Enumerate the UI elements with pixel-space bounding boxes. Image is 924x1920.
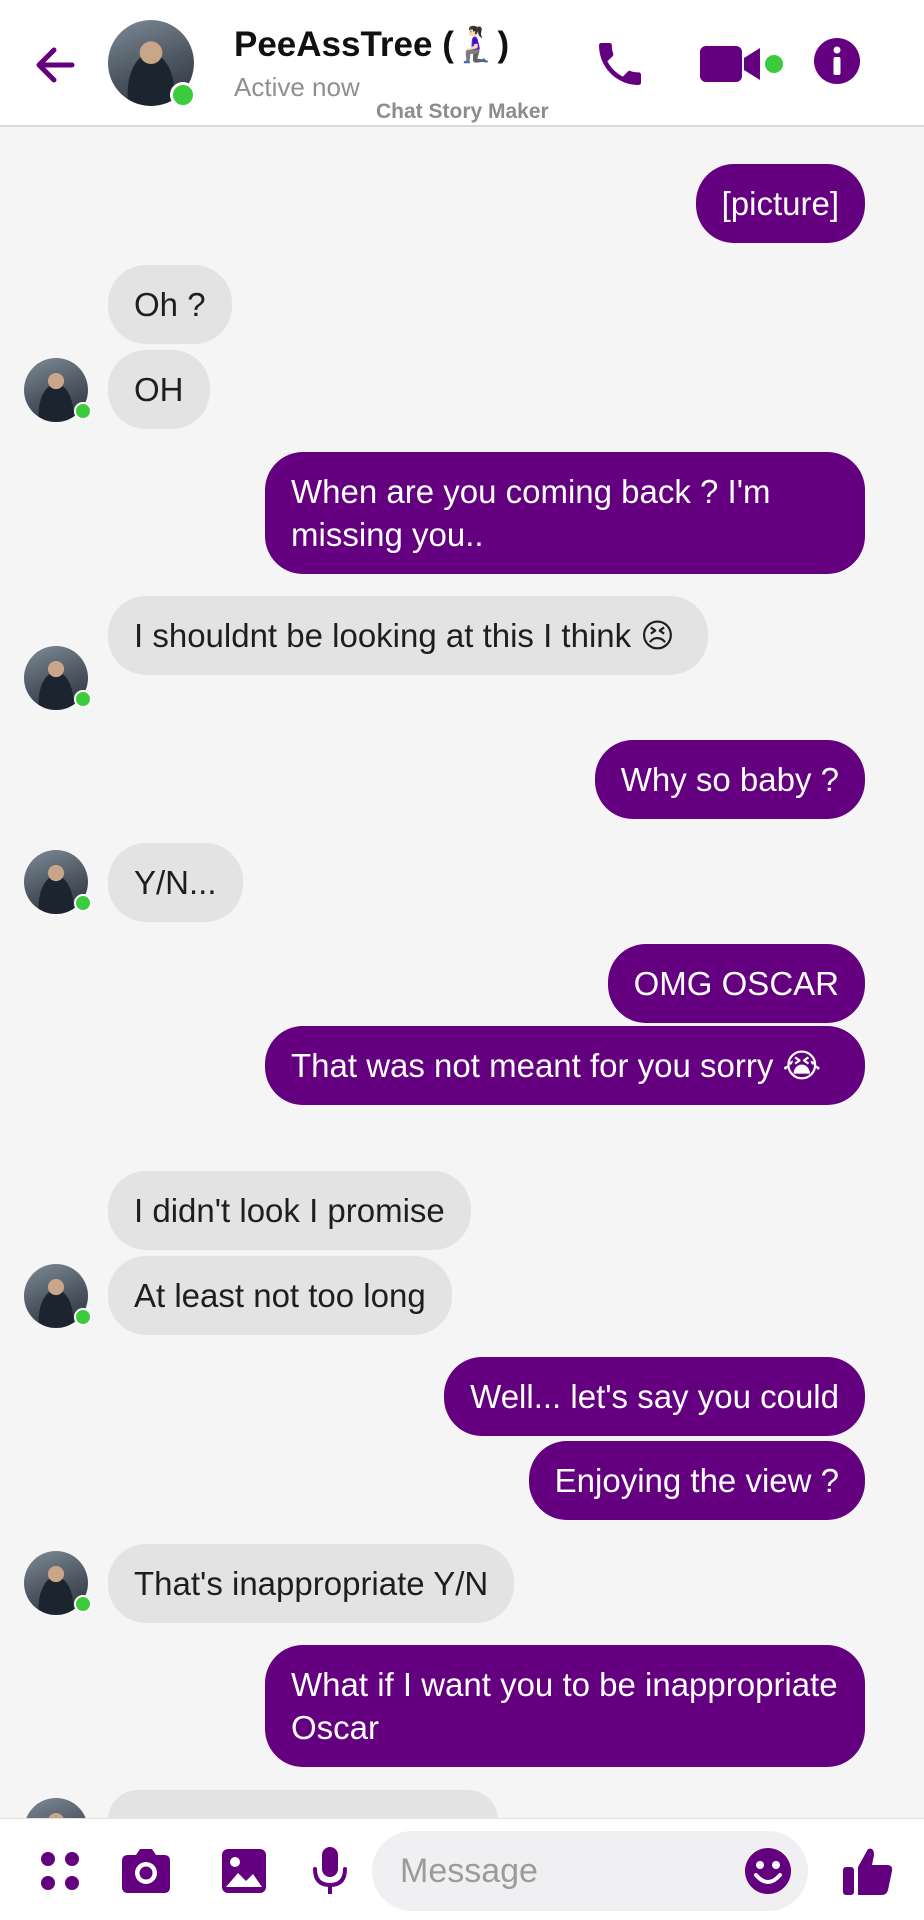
message-bubble[interactable]: Enjoying the view ? [528, 1441, 865, 1520]
message-bubble[interactable]: That's inappropriate Y/N [108, 1544, 515, 1623]
chat-header: PeeAssTree (🧎🏻‍♀️) Active now Chat Story… [0, 0, 924, 127]
video-call-button[interactable] [698, 36, 786, 92]
contact-status: Active now [234, 72, 360, 102]
message-bubble[interactable]: What if I want you to be inappropriate O… [265, 1645, 865, 1767]
message-bubble[interactable]: That was not meant for you sorry 😭 [265, 1026, 865, 1105]
message-bubble[interactable]: Why so baby ? [594, 740, 865, 819]
sender-avatar[interactable] [24, 646, 92, 710]
camera-button[interactable] [118, 1847, 174, 1895]
phone-icon [599, 43, 641, 85]
online-indicator [74, 894, 92, 912]
message-bubble[interactable]: I shouldnt be looking at this I think 😣 [108, 596, 708, 675]
image-icon [222, 1849, 266, 1893]
message-bubble[interactable]: OMG OSCAR [607, 944, 865, 1023]
like-button[interactable] [840, 1843, 896, 1899]
contact-name[interactable]: PeeAssTree (🧎🏻‍♀️) [234, 24, 509, 65]
watermark: Chat Story Maker [376, 100, 549, 123]
camera-icon [122, 1849, 170, 1893]
call-button[interactable] [592, 36, 648, 92]
online-indicator [74, 690, 92, 708]
message-bubble[interactable]: When are you coming back ? I'm missing y… [265, 452, 865, 574]
microphone-icon [313, 1847, 347, 1894]
emoji-button[interactable] [742, 1845, 794, 1897]
sender-avatar[interactable] [24, 1798, 88, 1818]
online-indicator [74, 1595, 92, 1613]
message-bubble[interactable]: OH [108, 350, 210, 429]
contact-avatar[interactable] [108, 20, 196, 108]
apps-grid-icon [41, 1852, 79, 1890]
online-indicator [74, 402, 92, 420]
apps-button[interactable] [36, 1847, 84, 1895]
arrow-left-icon [36, 47, 75, 83]
smiley-icon [745, 1848, 791, 1894]
sender-avatar[interactable] [24, 1264, 92, 1328]
voice-button[interactable] [310, 1845, 350, 1897]
thumbs-up-icon [843, 1848, 893, 1895]
message-bubble[interactable]: Oh ? [108, 265, 232, 344]
message-bubble[interactable]: At least not too long [108, 1256, 452, 1335]
message-input[interactable] [400, 1845, 700, 1897]
message-bubble[interactable]: I didn't look I promise [108, 1171, 471, 1250]
sender-avatar[interactable] [24, 358, 92, 422]
online-indicator [74, 1308, 92, 1326]
sender-avatar[interactable] [24, 850, 92, 914]
message-bubble[interactable]: [picture] [695, 164, 865, 243]
message-bubble[interactable]: Y/N... [108, 843, 243, 922]
info-icon [814, 38, 860, 84]
message-list[interactable]: [picture] Oh ? OH When are you coming ba… [0, 128, 924, 1818]
sender-avatar[interactable] [24, 1551, 92, 1615]
gallery-button[interactable] [220, 1847, 268, 1895]
message-composer [0, 1818, 924, 1920]
video-camera-icon [700, 46, 783, 82]
message-bubble[interactable]: Well... let's say you could [444, 1357, 865, 1436]
message-field[interactable] [372, 1831, 808, 1911]
back-button[interactable] [30, 40, 80, 90]
online-indicator [170, 82, 196, 108]
message-bubble-partial[interactable] [108, 1790, 498, 1818]
info-button[interactable] [812, 36, 862, 86]
